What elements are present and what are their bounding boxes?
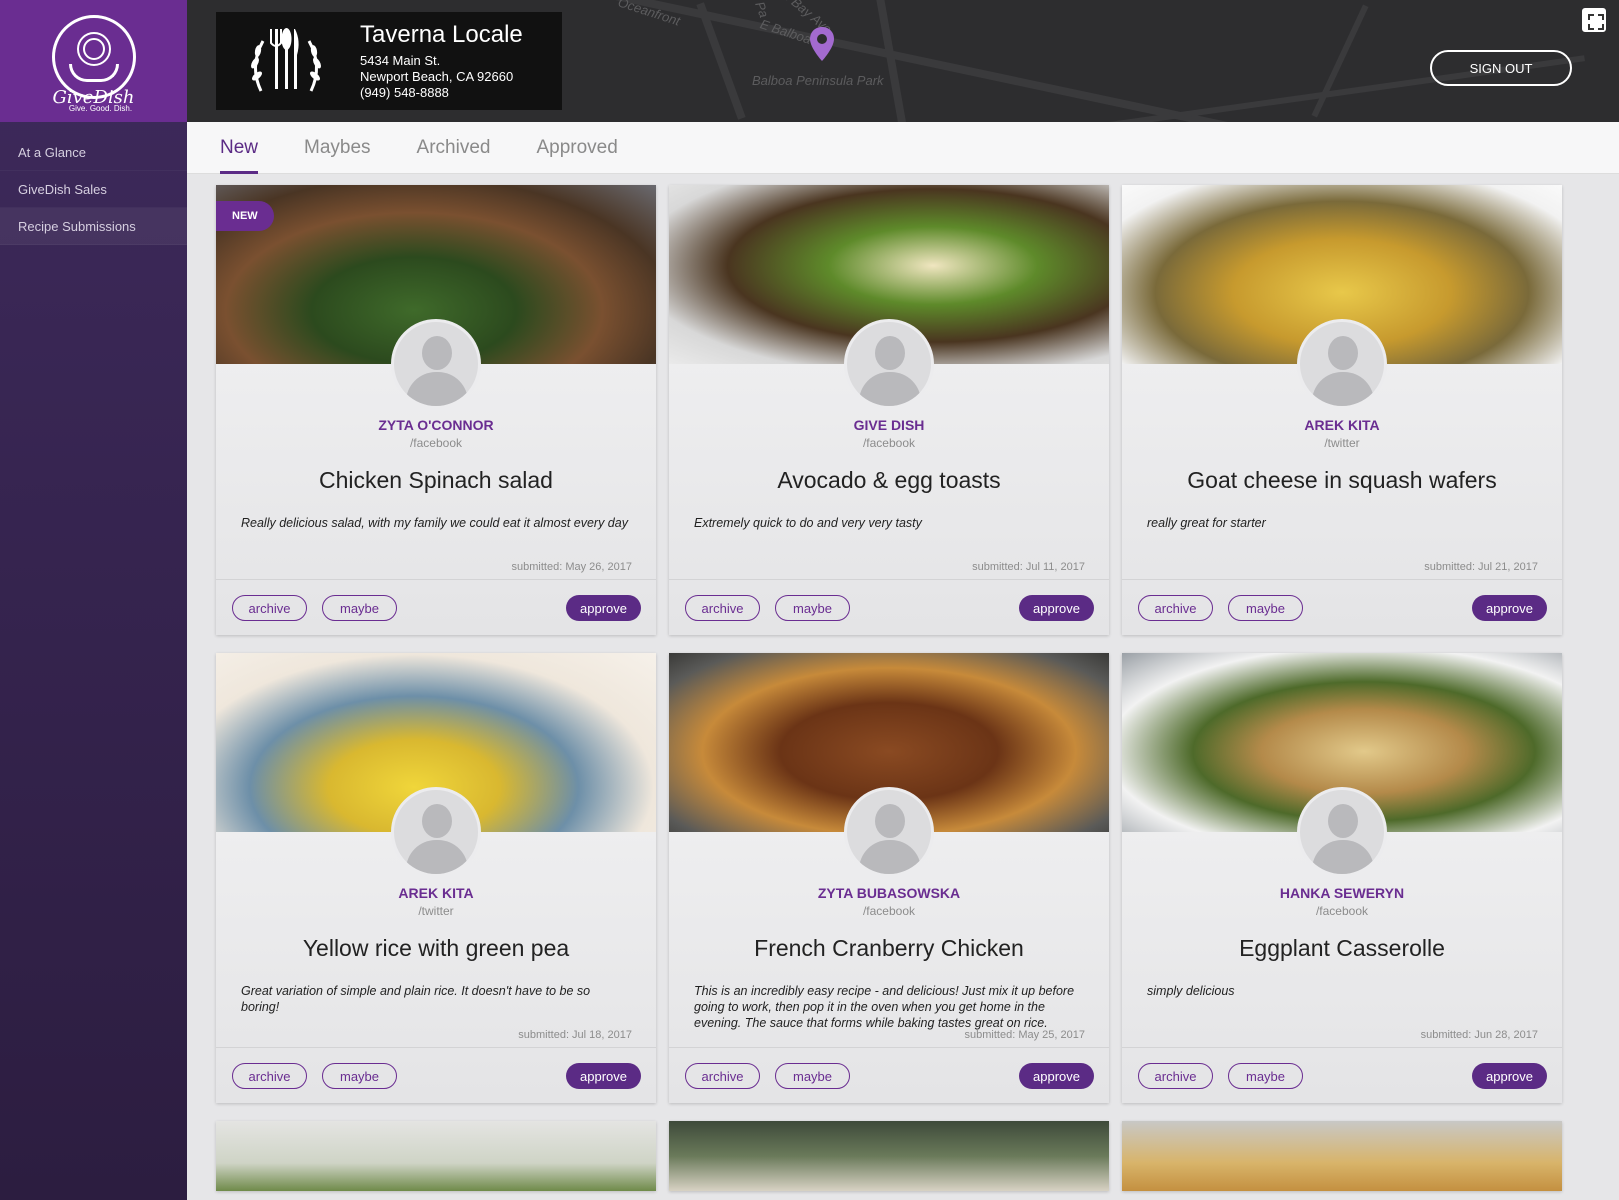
author-source: /facebook [1315,904,1369,918]
approve-button[interactable]: approve [1019,595,1094,621]
maybe-button[interactable]: maybe [775,1063,850,1089]
archive-button[interactable]: archive [1138,595,1213,621]
avatar [844,787,934,877]
recipe-photo [216,1121,656,1191]
divider [1122,1047,1562,1048]
recipe-grid: NEW ZYTA O'CONNOR /facebook Chicken Spin… [216,185,1562,1191]
recipe-title: Avocado & egg toasts [777,467,1001,493]
tab-new[interactable]: New [220,122,259,174]
archive-button[interactable]: archive [232,595,307,621]
submitted-date: submitted: May 26, 2017 [511,561,632,573]
sidebar-item-at-a-glance[interactable]: At a Glance [0,134,187,171]
recipe-photo [669,1121,1109,1191]
divider [1122,579,1562,580]
maybe-button[interactable]: maybe [1228,1063,1303,1089]
recipe-title: Yellow rice with green pea [302,935,570,961]
tab-approved[interactable]: Approved [536,122,617,174]
divider [669,1047,1109,1048]
maybe-button[interactable]: maybe [775,595,850,621]
author-source: /twitter [1324,436,1360,450]
recipe-card: AREK KITA /twitter Yellow rice with gree… [216,653,656,1103]
submission-tabs: New Maybes Archived Approved [187,122,1619,174]
recipe-title: Chicken Spinach salad [319,467,553,493]
recipe-card [1122,1121,1562,1191]
venue-address-line2: Newport Beach, CA 92660 [360,69,514,84]
recipe-description: Extremely quick to do and very very tast… [694,516,922,530]
divider [216,1047,656,1048]
recipe-card [669,1121,1109,1191]
author-source: /twitter [418,904,454,918]
archive-button[interactable]: archive [232,1063,307,1089]
submitted-date: submitted: May 25, 2017 [964,1029,1085,1041]
author-name: GIVE DISH [853,417,925,433]
author-name: AREK KITA [1304,417,1380,433]
submitted-date: submitted: Jun 28, 2017 [1420,1029,1538,1041]
recipe-title: Goat cheese in squash wafers [1187,467,1497,493]
archive-button[interactable]: archive [685,595,760,621]
givedish-logo[interactable]: GiveDish Give. Good. Dish. [0,0,187,122]
venue-info: Taverna Locale 5434 Main St. Newport Bea… [356,21,523,101]
approve-button[interactable]: approve [566,595,641,621]
archive-button[interactable]: archive [685,1063,760,1089]
venue-address-line1: 5434 Main St. [360,53,441,68]
avatar [1297,319,1387,409]
avatar [844,319,934,409]
map-label: Pa [752,0,772,20]
avatar [391,319,481,409]
author-name: HANKA SEWERYN [1279,885,1405,901]
new-badge: NEW [216,201,274,231]
map-pin-icon [810,27,834,66]
recipe-photo [1122,1121,1562,1191]
recipe-card: AREK KITA /twitter Goat cheese in squash… [1122,185,1562,635]
maybe-button[interactable]: maybe [322,1063,397,1089]
author-name: ZYTA BUBASOWSKA [817,885,961,901]
submitted-date: submitted: Jul 21, 2017 [1424,561,1538,573]
sidebar-item-recipe-submissions[interactable]: Recipe Submissions [0,208,187,245]
sidebar-nav: At a Glance GiveDish Sales Recipe Submis… [0,134,187,245]
cutlery-wreath-icon [216,12,356,110]
logo-tagline: Give. Good. Dish. [68,104,133,113]
approve-button[interactable]: approve [1472,1063,1547,1089]
recipe-card [216,1121,656,1191]
recipe-title: Eggplant Casserolle [1239,935,1445,961]
author-name: AREK KITA [398,885,474,901]
sidebar-item-givedish-sales[interactable]: GiveDish Sales [0,171,187,208]
submitted-date: submitted: Jul 18, 2017 [518,1029,632,1041]
sign-out-button[interactable]: SIGN OUT [1430,50,1572,86]
author-source: /facebook [862,436,916,450]
submitted-date: submitted: Jul 11, 2017 [972,561,1085,573]
header-map-banner: Oceanfront E Balboa B E Bay Ave Balboa P… [187,0,1619,122]
author-source: /facebook [862,904,916,918]
tab-maybes[interactable]: Maybes [304,122,371,174]
tab-archived[interactable]: Archived [417,122,491,174]
archive-button[interactable]: archive [1138,1063,1213,1089]
avatar [1297,787,1387,877]
recipe-description: simply delicious [1147,984,1235,998]
venue-card: Taverna Locale 5434 Main St. Newport Bea… [216,12,562,110]
divider [216,579,656,580]
recipe-title: French Cranberry Chicken [754,935,1024,961]
recipe-card: GIVE DISH /facebook Avocado & egg toasts… [669,185,1109,635]
divider [669,579,1109,580]
approve-button[interactable]: approve [1472,595,1547,621]
author-source: /facebook [409,436,463,450]
recipe-description: really great for starter [1147,516,1266,530]
recipe-description: Really delicious salad, with my family w… [241,516,628,530]
sidebar: GiveDish Give. Good. Dish. At a Glance G… [0,0,187,1200]
recipe-description: Great variation of simple and plain rice… [241,984,591,1014]
recipe-description: This is an incredibly easy recipe - and … [694,984,1075,1030]
recipe-card: HANKA SEWERYN /facebook Eggplant Cassero… [1122,653,1562,1103]
venue-name: Taverna Locale [360,21,523,48]
maybe-button[interactable]: maybe [322,595,397,621]
avatar [391,787,481,877]
approve-button[interactable]: approve [566,1063,641,1089]
recipe-card: ZYTA BUBASOWSKA /facebook French Cranber… [669,653,1109,1103]
approve-button[interactable]: approve [1019,1063,1094,1089]
map-label: Balboa Peninsula Park [752,73,884,88]
venue-phone: (949) 548-8888 [360,85,449,100]
maybe-button[interactable]: maybe [1228,595,1303,621]
author-name: ZYTA O'CONNOR [378,417,494,433]
recipe-card: NEW ZYTA O'CONNOR /facebook Chicken Spin… [216,185,656,635]
fullscreen-icon[interactable] [1582,8,1606,32]
